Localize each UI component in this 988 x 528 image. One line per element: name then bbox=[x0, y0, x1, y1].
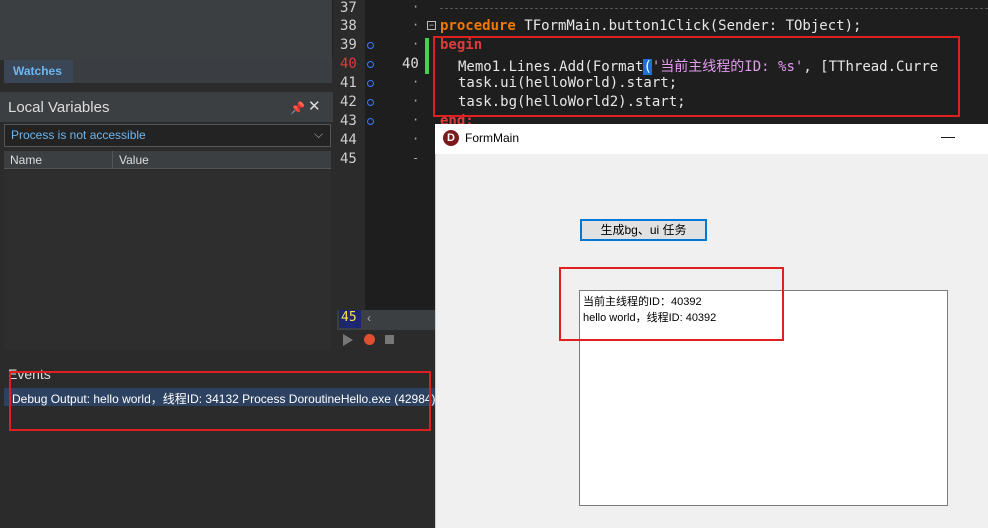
column-name[interactable]: Name bbox=[10, 153, 42, 167]
separator-line bbox=[440, 8, 988, 9]
stop-icon[interactable] bbox=[385, 335, 394, 344]
annotation-box bbox=[433, 36, 960, 117]
record-icon[interactable] bbox=[364, 334, 375, 345]
line-number: 42 bbox=[340, 94, 357, 110]
breakpoint-icon[interactable] bbox=[367, 80, 374, 87]
pin-icon[interactable]: 📌 bbox=[290, 101, 305, 115]
line-number: 41 bbox=[340, 75, 357, 91]
local-variables-column-header bbox=[4, 151, 331, 169]
fold-toggle-icon[interactable]: − bbox=[427, 21, 436, 30]
annotation-box bbox=[9, 371, 431, 431]
local-variables-body bbox=[4, 170, 331, 350]
annotation-box bbox=[559, 267, 784, 341]
line-number-current: 40 bbox=[340, 56, 357, 72]
line-number: 39 bbox=[340, 37, 357, 53]
local-variables-title: Local Variables bbox=[8, 99, 110, 116]
scroll-position: 45 bbox=[339, 310, 361, 328]
gutter-dot: · bbox=[412, 18, 420, 32]
tab-watches[interactable]: Watches bbox=[4, 60, 73, 83]
execution-line-number: 40 bbox=[402, 56, 419, 72]
line-number: 43 bbox=[340, 113, 357, 129]
breakpoint-icon[interactable] bbox=[367, 118, 374, 125]
gutter-dot: · bbox=[412, 75, 420, 89]
scroll-left-icon[interactable]: ‹ bbox=[367, 311, 371, 325]
gutter-dot: · bbox=[412, 113, 420, 127]
play-icon[interactable] bbox=[343, 334, 353, 346]
breakpoint-icon[interactable] bbox=[367, 99, 374, 106]
code-line-38: procedure TFormMain.button1Click(Sender:… bbox=[440, 18, 861, 34]
chevron-down-icon[interactable]: ⌵ bbox=[314, 127, 323, 142]
breakpoint-icon[interactable] bbox=[367, 42, 374, 49]
line-number: 37 bbox=[340, 0, 357, 16]
create-tasks-button[interactable]: 生成bg、ui 任务 bbox=[580, 219, 707, 241]
gutter-dot: · bbox=[412, 94, 420, 108]
gutter-dot: - bbox=[412, 151, 420, 165]
watches-panel bbox=[0, 0, 333, 60]
keyword: procedure bbox=[440, 18, 516, 34]
process-select[interactable]: Process is not accessible bbox=[4, 124, 331, 147]
breakpoint-icon[interactable] bbox=[367, 61, 374, 68]
app-icon: D bbox=[443, 130, 459, 146]
minimize-button[interactable]: — bbox=[941, 128, 955, 144]
gutter-dot: · bbox=[412, 132, 420, 146]
line-number: 44 bbox=[340, 132, 357, 148]
window-title: FormMain bbox=[465, 131, 520, 145]
code-text: TFormMain.button1Click(Sender: TObject); bbox=[515, 18, 862, 34]
column-divider[interactable] bbox=[112, 151, 113, 169]
modified-marker bbox=[425, 38, 429, 74]
close-icon[interactable]: ✕ bbox=[308, 97, 321, 115]
line-number: 38 bbox=[340, 18, 357, 34]
gutter-dot: · bbox=[412, 37, 420, 51]
line-number: 45 bbox=[340, 151, 357, 167]
column-value[interactable]: Value bbox=[119, 153, 149, 167]
gutter-dot: · bbox=[412, 0, 420, 14]
tab-strip bbox=[73, 60, 332, 83]
